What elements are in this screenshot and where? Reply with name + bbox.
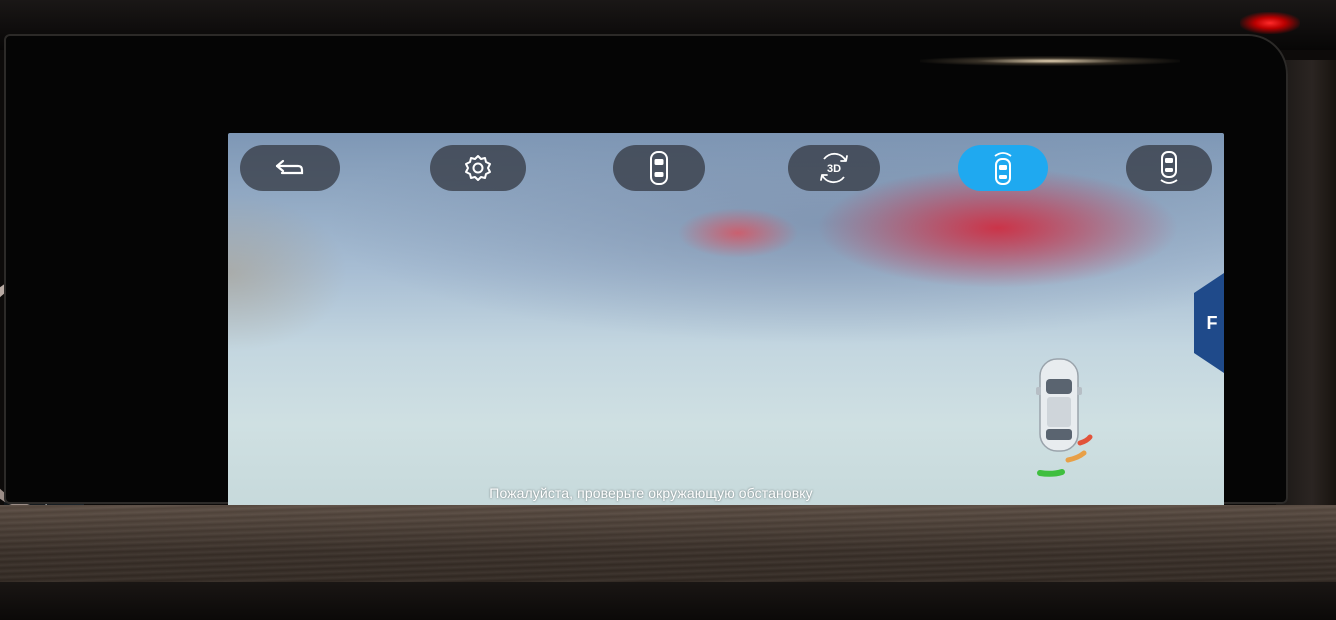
car-top-view-icon [650, 151, 668, 185]
back-arrow-icon [275, 159, 304, 175]
ambient-red-light [1240, 12, 1300, 34]
sensor-segment-mid [1065, 450, 1087, 463]
camera-feed-detail [228, 193, 348, 353]
side-panel-tab[interactable]: F [1194, 273, 1224, 373]
top-view-button[interactable] [613, 145, 705, 191]
gear-icon [465, 155, 491, 181]
3d-rotate-icon: 3D [820, 152, 848, 184]
sensor-segment-far [1037, 469, 1065, 477]
frame-glare [920, 56, 1180, 66]
car-front-view-icon [994, 152, 1012, 185]
settings-button[interactable] [430, 145, 526, 191]
safety-notice: Пожалуйста, проверьте окружающую обстано… [228, 485, 1224, 501]
car-rear-view-icon [1160, 151, 1178, 184]
3d-view-label: 3D [827, 163, 841, 175]
car-icon [1036, 358, 1082, 452]
front-view-button[interactable] [958, 145, 1048, 191]
back-button[interactable] [240, 145, 340, 191]
wood-trim-edge [0, 582, 1336, 620]
camera-display: 3D F Пожалуйста, проверьте окружающую об… [228, 133, 1224, 521]
3d-view-button[interactable]: 3D [788, 145, 880, 191]
safety-notice-text: Пожалуйста, проверьте окружающую обстано… [489, 485, 813, 501]
rear-view-button[interactable] [1126, 145, 1212, 191]
side-panel-tab-label: F [1206, 312, 1218, 333]
parking-sensor-diagram [1036, 358, 1093, 477]
sensor-segment-near [1077, 434, 1093, 446]
